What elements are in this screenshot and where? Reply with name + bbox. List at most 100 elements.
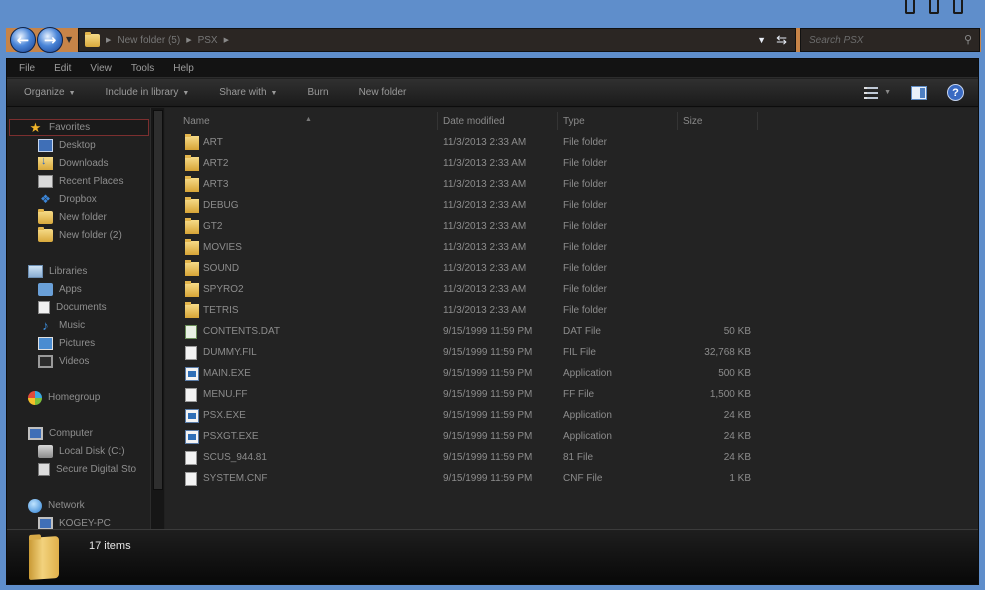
- menu-file[interactable]: File: [19, 63, 35, 74]
- file-date-modified: 11/3/2013 2:33 AM: [443, 179, 527, 190]
- sidebar-item-pictures[interactable]: Pictures: [38, 335, 95, 352]
- sidebar-item-local-disk[interactable]: Local Disk (C:): [38, 443, 125, 460]
- sidebar-item-secure-digital[interactable]: Secure Digital Sto: [38, 461, 136, 478]
- sidebar-item-network[interactable]: Network: [28, 497, 85, 514]
- burn-button[interactable]: Burn: [307, 87, 328, 98]
- sidebar-item-label: Favorites: [49, 122, 91, 133]
- folder-icon: [185, 239, 199, 255]
- navigation-pane: ★ Favorites Desktop Downloads Recent Pla…: [7, 108, 149, 529]
- minimize-button[interactable]: [905, 0, 915, 14]
- search-input[interactable]: Search PSX ⚲: [800, 28, 980, 52]
- forward-button[interactable]: →: [37, 27, 63, 53]
- file-list: ▲ Name Date modified Type Size ART 11/3/2…: [165, 108, 978, 529]
- menu-tools[interactable]: Tools: [131, 63, 154, 74]
- file-row[interactable]: MENU.FF 9/15/1999 11:59 PM FF File 1,500 KB: [165, 384, 765, 405]
- sidebar-item-new-folder-2[interactable]: New folder (2): [38, 227, 122, 244]
- item-count: 17 items: [89, 540, 131, 552]
- file-row[interactable]: SOUND 11/3/2013 2:33 AM File folder: [165, 258, 765, 279]
- sidebar-item-label: Desktop: [59, 140, 96, 151]
- search-icon[interactable]: ⚲: [964, 33, 972, 46]
- sidebar-item-libraries[interactable]: Libraries: [28, 263, 87, 280]
- details-view-icon: [864, 86, 879, 99]
- file-row[interactable]: GT2 11/3/2013 2:33 AM File folder: [165, 216, 765, 237]
- column-type[interactable]: Type: [563, 116, 585, 127]
- refresh-icon[interactable]: ⇆: [776, 32, 787, 48]
- menu-view[interactable]: View: [90, 63, 112, 74]
- folder-icon: [185, 260, 199, 276]
- file-name: GT2: [203, 221, 223, 232]
- column-divider[interactable]: [757, 112, 758, 130]
- column-divider[interactable]: [557, 112, 558, 130]
- column-size[interactable]: Size: [683, 116, 702, 127]
- include-in-library-button[interactable]: Include in library ▼: [106, 87, 190, 98]
- file-row[interactable]: DUMMY.FIL 9/15/1999 11:59 PM FIL File 32,76…: [165, 342, 765, 363]
- file-row[interactable]: MOVIES 11/3/2013 2:33 AM File folder: [165, 237, 765, 258]
- address-bar[interactable]: ▶ New folder (5) ▶ PSX ▶ ▼ ⇆: [78, 28, 796, 52]
- sidebar-item-homegroup[interactable]: Homegroup: [28, 389, 100, 406]
- sidebar-item-computer[interactable]: Computer: [28, 425, 93, 442]
- scrollbar-thumb[interactable]: [153, 110, 163, 490]
- breadcrumb-separator-icon[interactable]: ▶: [224, 36, 229, 44]
- breadcrumb-new-folder-5[interactable]: New folder (5): [117, 35, 180, 46]
- file-row[interactable]: MAIN.EXE 9/15/1999 11:59 PM Application 500…: [165, 363, 765, 384]
- sidebar-item-documents[interactable]: Documents: [38, 299, 107, 316]
- sidebar-item-apps[interactable]: Apps: [38, 281, 82, 298]
- file-row[interactable]: ART3 11/3/2013 2:33 AM File folder: [165, 174, 765, 195]
- maximize-button[interactable]: [929, 0, 939, 14]
- file-row[interactable]: SPYRO2 11/3/2013 2:33 AM File folder: [165, 279, 765, 300]
- menu-help[interactable]: Help: [173, 63, 194, 74]
- close-button[interactable]: [953, 0, 963, 14]
- file-date-modified: 9/15/1999 11:59 PM: [443, 389, 533, 400]
- application-icon: [185, 409, 199, 423]
- sort-ascending-icon: ▲: [305, 116, 312, 123]
- help-icon[interactable]: ?: [947, 84, 964, 101]
- file-row[interactable]: ART2 11/3/2013 2:33 AM File folder: [165, 153, 765, 174]
- new-folder-button[interactable]: New folder: [359, 87, 407, 98]
- file-date-modified: 11/3/2013 2:33 AM: [443, 263, 527, 274]
- share-with-button[interactable]: Share with ▼: [219, 87, 277, 98]
- breadcrumb-separator-icon[interactable]: ▶: [186, 36, 191, 44]
- folder-icon: [185, 302, 199, 318]
- sidebar-item-kogey-pc[interactable]: KOGEY-PC: [38, 515, 111, 529]
- file-row[interactable]: SCUS_944.81 9/15/1999 11:59 PM 81 File 24 K…: [165, 447, 765, 468]
- file-name: PSXGT.EXE: [203, 431, 259, 442]
- sidebar-item-music[interactable]: ♪ Music: [38, 317, 85, 334]
- file-name: ART: [203, 137, 223, 148]
- column-divider[interactable]: [437, 112, 438, 130]
- file-row[interactable]: SYSTEM.CNF 9/15/1999 11:59 PM CNF File 1 KB: [165, 468, 765, 489]
- back-button[interactable]: ←: [10, 27, 36, 53]
- sidebar-item-recent-places[interactable]: Recent Places: [38, 173, 123, 190]
- sidebar-item-videos[interactable]: Videos: [38, 353, 89, 370]
- preview-pane-icon[interactable]: [911, 85, 927, 100]
- sidebar-item-favorites[interactable]: ★ Favorites: [9, 119, 149, 136]
- sidebar-item-desktop[interactable]: Desktop: [38, 137, 96, 154]
- folder-icon: [85, 31, 100, 47]
- chevron-down-icon[interactable]: ▼: [757, 35, 766, 45]
- navigation-scrollbar[interactable]: [150, 108, 164, 529]
- sidebar-item-dropbox[interactable]: ❖ Dropbox: [38, 191, 97, 208]
- change-view-button[interactable]: ▼: [864, 86, 891, 99]
- sidebar-item-label: Local Disk (C:): [59, 446, 125, 457]
- file-type: File folder: [563, 158, 607, 169]
- file-name: ART3: [203, 179, 229, 190]
- menu-edit[interactable]: Edit: [54, 63, 71, 74]
- file-row[interactable]: CONTENTS.DAT 9/15/1999 11:59 PM DAT File 50…: [165, 321, 765, 342]
- file-row[interactable]: TETRIS 11/3/2013 2:33 AM File folder: [165, 300, 765, 321]
- file-size: 24 KB: [723, 410, 751, 421]
- sidebar-item-new-folder[interactable]: New folder: [38, 209, 107, 226]
- file-row[interactable]: DEBUG 11/3/2013 2:33 AM File folder: [165, 195, 765, 216]
- file-row[interactable]: ART 11/3/2013 2:33 AM File folder: [165, 132, 765, 153]
- sidebar-item-downloads[interactable]: Downloads: [38, 155, 108, 172]
- file-date-modified: 11/3/2013 2:33 AM: [443, 221, 527, 232]
- breadcrumb-separator-icon[interactable]: ▶: [106, 36, 111, 44]
- column-divider[interactable]: [677, 112, 678, 130]
- column-date-modified[interactable]: Date modified: [443, 116, 505, 127]
- sd-card-icon: [38, 463, 50, 476]
- apps-icon: [38, 283, 53, 296]
- file-row[interactable]: PSX.EXE 9/15/1999 11:59 PM Application 24 K…: [165, 405, 765, 426]
- organize-button[interactable]: Organize ▼: [24, 87, 76, 98]
- column-name[interactable]: Name: [183, 116, 210, 127]
- file-row[interactable]: PSXGT.EXE 9/15/1999 11:59 PM Application 24…: [165, 426, 765, 447]
- recent-pages-dropdown[interactable]: ▼: [66, 35, 72, 44]
- breadcrumb-psx[interactable]: PSX: [198, 35, 218, 46]
